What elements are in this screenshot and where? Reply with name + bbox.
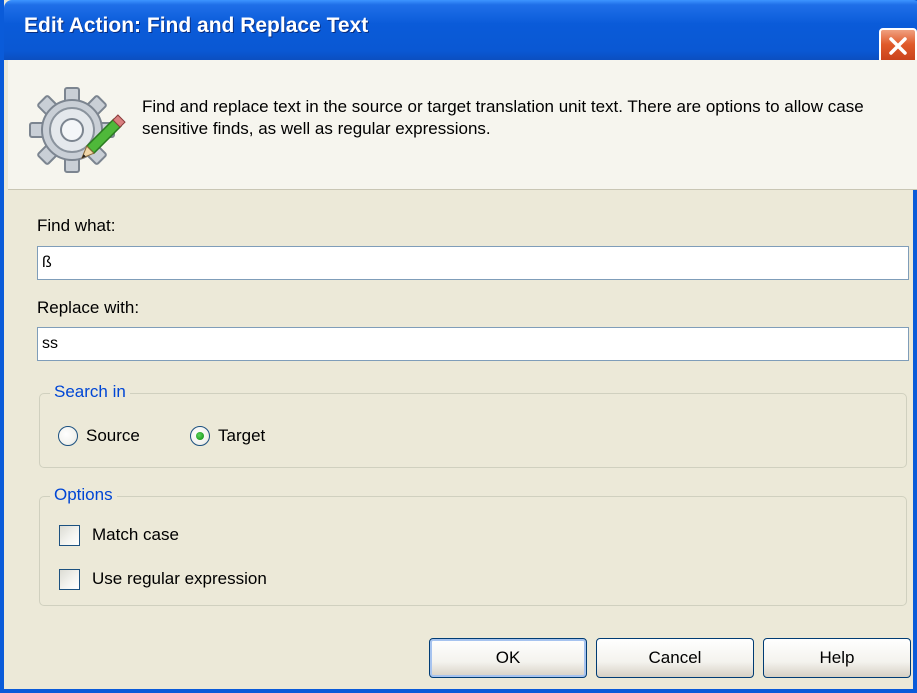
dialog-window: Edit Action: Find and Replace Text Find … [0,0,917,693]
options-title: Options [50,485,117,505]
source-radio-label[interactable]: Source [86,426,140,446]
ok-button[interactable]: OK [429,638,587,678]
header-description: Find and replace text in the source or t… [142,97,864,138]
find-what-label: Find what: [37,216,116,235]
match-case-checkbox[interactable] [59,525,80,546]
source-radio[interactable] [58,426,78,446]
gear-pencil-icon [26,80,126,180]
find-what-input[interactable]: ß [37,246,909,280]
match-case-label[interactable]: Match case [92,525,179,545]
replace-with-label: Replace with: [37,298,140,317]
target-radio[interactable] [190,426,210,446]
target-radio-label[interactable]: Target [218,426,265,446]
window-title: Edit Action: Find and Replace Text [24,14,369,37]
cancel-button[interactable]: Cancel [596,638,754,678]
dialog-header: Find and replace text in the source or t… [8,60,917,190]
regex-checkbox[interactable] [59,569,80,590]
replace-with-input[interactable]: ss [37,327,909,361]
search-in-title: Search in [50,382,130,402]
title-bar[interactable]: Edit Action: Find and Replace Text [4,0,917,60]
regex-label[interactable]: Use regular expression [92,569,267,589]
options-group [39,496,907,606]
help-button[interactable]: Help [763,638,911,678]
close-button[interactable] [879,28,917,64]
radio-selected-dot [196,432,204,440]
search-in-group [39,393,907,468]
